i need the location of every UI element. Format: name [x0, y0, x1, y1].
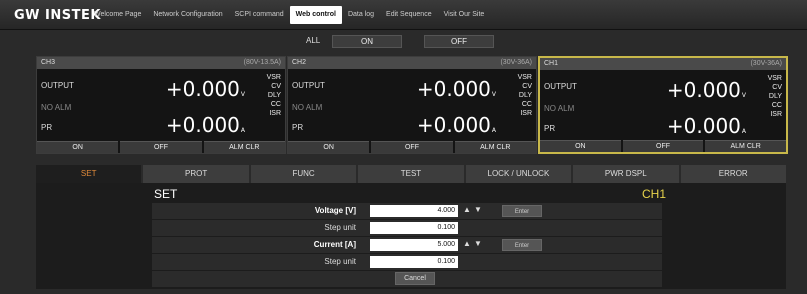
channel-header: CH1 (30V-36A) [540, 58, 786, 70]
output-off-button[interactable]: OFF [622, 140, 704, 152]
output-on-button[interactable]: ON [37, 141, 119, 153]
alarm-status: NO ALM [292, 103, 323, 112]
voltage-readout: +0.000V [165, 77, 245, 101]
voltage-step-label: Step unit [324, 223, 356, 232]
panel-title: SET [154, 187, 178, 201]
voltage-readout: +0.000V [666, 78, 746, 102]
voltage-step-input[interactable] [370, 222, 458, 234]
current-input[interactable] [370, 239, 458, 251]
current-step-label: Step unit [324, 257, 356, 266]
cancel-button[interactable]: Cancel [395, 272, 435, 285]
nav-edit-sequence[interactable]: Edit Sequence [380, 6, 438, 24]
set-panel: SET CH1 Voltage [V] ▲ ▼ Enter Step unit … [36, 183, 786, 289]
output-off-button[interactable]: OFF [371, 141, 453, 153]
alarm-clear-button[interactable]: ALM CLR [454, 141, 536, 153]
tab-prot[interactable]: PROT [143, 165, 249, 183]
channel-header: CH3 (80V-13.5A) [37, 57, 285, 69]
pr-label: PR [292, 123, 304, 132]
nav-web-control[interactable]: Web control [289, 6, 342, 24]
voltage-step-row: Step unit [152, 220, 662, 236]
channel-buttons: ON OFF ALM CLR [37, 141, 285, 153]
nav-data-log[interactable]: Data log [342, 6, 380, 24]
channel-spec: (30V-36A) [500, 59, 532, 66]
tab-lock-unlock[interactable]: LOCK / UNLOCK [465, 165, 572, 183]
tab-pwr-dspl[interactable]: PWR DSPL [573, 165, 679, 183]
nav-visit-our-site[interactable]: Visit Our Site [438, 6, 491, 24]
tab-test[interactable]: TEST [358, 165, 464, 183]
tab-set[interactable]: SET [36, 165, 142, 183]
all-channels-bar: ALL ON OFF [0, 32, 807, 50]
status-flags: VSR CV DLY CC ISR [767, 75, 782, 118]
channel-buttons: ON OFF ALM CLR [540, 140, 787, 152]
decrease-voltage-icon[interactable]: ▼ [474, 205, 482, 214]
voltage-label: Voltage [V] [314, 206, 356, 215]
function-tabs: SET PROT FUNC TEST LOCK / UNLOCK PWR DSP… [36, 165, 786, 183]
current-step-row: Step unit [152, 254, 662, 270]
channel-panel-ch1[interactable]: CH1 (30V-36A) OUTPUT NO ALM PR +0.000V +… [538, 56, 788, 154]
output-label: OUTPUT [41, 81, 74, 90]
channel-spec: (30V-36A) [750, 60, 782, 67]
current-readout: +0.000A [666, 114, 746, 138]
channel-spec: (80V-13.5A) [243, 59, 281, 66]
decrease-current-icon[interactable]: ▼ [474, 239, 482, 248]
voltage-enter-button[interactable]: Enter [502, 205, 542, 217]
output-label: OUTPUT [544, 82, 577, 91]
channel-name: CH2 [292, 59, 307, 66]
alarm-status: NO ALM [544, 104, 575, 113]
nav-scpi-command[interactable]: SCPI command [229, 6, 290, 24]
current-readout: +0.000A [416, 113, 496, 137]
output-on-button[interactable]: ON [288, 141, 370, 153]
channel-name: CH1 [544, 60, 559, 67]
nav-welcome-page[interactable]: Welcome Page [88, 6, 147, 24]
increase-current-icon[interactable]: ▲ [463, 239, 471, 248]
alarm-clear-button[interactable]: ALM CLR [203, 141, 285, 153]
status-flags: VSR CV DLY CC ISR [266, 74, 281, 117]
current-step-input[interactable] [370, 256, 458, 268]
increase-voltage-icon[interactable]: ▲ [463, 205, 471, 214]
current-enter-button[interactable]: Enter [502, 239, 542, 251]
current-row: Current [A] ▲ ▼ Enter [152, 237, 662, 253]
voltage-readout: +0.000V [416, 77, 496, 101]
nav-network-configuration[interactable]: Network Configuration [147, 6, 228, 24]
output-on-button[interactable]: ON [540, 140, 621, 152]
pr-label: PR [41, 123, 53, 132]
main-nav: Welcome Page Network Configuration SCPI … [88, 6, 490, 24]
output-off-button[interactable]: OFF [120, 141, 202, 153]
panel-channel: CH1 [642, 187, 667, 201]
set-form: Voltage [V] ▲ ▼ Enter Step unit Current … [152, 203, 662, 288]
channel-name: CH3 [41, 59, 56, 66]
output-label: OUTPUT [292, 81, 325, 90]
tab-func[interactable]: FUNC [250, 165, 357, 183]
cancel-row: Cancel [152, 271, 662, 287]
status-flags: VSR CV DLY CC ISR [517, 74, 532, 117]
all-on-button[interactable]: ON [332, 35, 402, 48]
channel-panel-ch3: CH3 (80V-13.5A) OUTPUT NO ALM PR +0.000V… [36, 56, 286, 154]
channel-buttons: ON OFF ALM CLR [288, 141, 536, 153]
tab-error[interactable]: ERROR [680, 165, 786, 183]
voltage-row: Voltage [V] ▲ ▼ Enter [152, 203, 662, 219]
all-off-button[interactable]: OFF [424, 35, 494, 48]
voltage-input[interactable] [370, 205, 458, 217]
channel-panel-ch2: CH2 (30V-36A) OUTPUT NO ALM PR +0.000V +… [287, 56, 537, 154]
current-label: Current [A] [313, 240, 356, 249]
alarm-status: NO ALM [41, 103, 72, 112]
alarm-clear-button[interactable]: ALM CLR [705, 140, 787, 152]
all-label: ALL [306, 36, 321, 45]
current-readout: +0.000A [165, 113, 245, 137]
top-bar: GW INSTEK Welcome Page Network Configura… [0, 0, 807, 30]
pr-label: PR [544, 124, 556, 133]
channel-header: CH2 (30V-36A) [288, 57, 536, 69]
